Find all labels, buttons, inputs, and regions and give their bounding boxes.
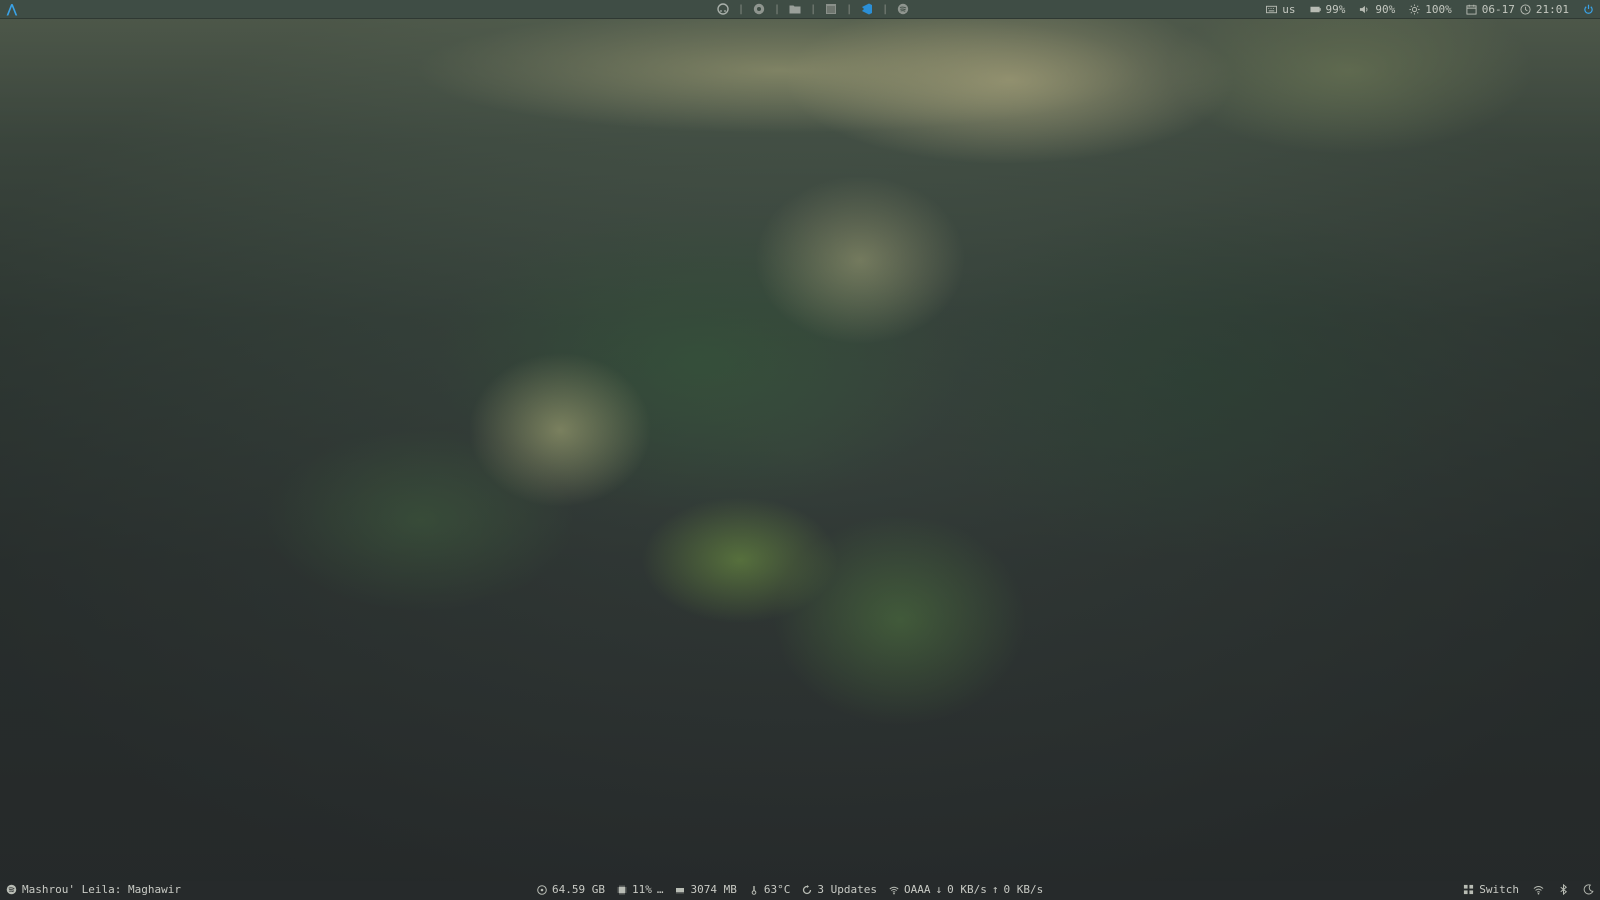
brightness-icon bbox=[1409, 4, 1420, 15]
now-playing-widget[interactable]: Mashrou' Leila: Maghawir bbox=[6, 883, 181, 896]
github-icon[interactable] bbox=[716, 2, 730, 16]
memory-icon bbox=[676, 887, 685, 893]
switch-label: Switch bbox=[1479, 883, 1519, 896]
keyboard-layout-indicator[interactable]: us bbox=[1266, 3, 1296, 16]
launcher-separator: | bbox=[846, 3, 853, 15]
window-icon[interactable] bbox=[824, 2, 838, 16]
volume-label: 90% bbox=[1375, 3, 1396, 16]
updates-icon bbox=[803, 884, 812, 894]
calendar-icon bbox=[1466, 4, 1477, 15]
arch-logo-icon[interactable]: ⋀ bbox=[7, 2, 17, 16]
vscode-icon[interactable] bbox=[860, 2, 874, 16]
memory-usage-label: 3074 MB bbox=[690, 883, 737, 896]
disk-usage[interactable]: 64.59 GB bbox=[537, 883, 605, 896]
download-arrow-icon: ↓ bbox=[935, 883, 943, 896]
now-playing-label: Mashrou' Leila: Maghawir bbox=[22, 883, 181, 896]
wifi-ssid-label: OAAA bbox=[903, 883, 931, 896]
download-speed-label: 0 KB/s bbox=[947, 883, 987, 896]
updates-label: 3 Updates bbox=[817, 883, 877, 896]
launcher-separator: | bbox=[738, 3, 745, 15]
disk-usage-label: 64.59 GB bbox=[552, 883, 605, 896]
bluetooth-icon bbox=[1560, 884, 1568, 895]
battery-icon bbox=[1309, 6, 1321, 13]
date-indicator[interactable]: 06-17 21:01 bbox=[1466, 3, 1569, 16]
power-menu-button[interactable] bbox=[1583, 4, 1594, 15]
upload-arrow-icon: ↑ bbox=[991, 883, 999, 896]
power-icon bbox=[1584, 4, 1593, 14]
spotify-icon bbox=[6, 884, 17, 895]
thermometer-icon bbox=[751, 885, 757, 895]
brightness-label: 100% bbox=[1425, 3, 1452, 16]
bluetooth-toggle[interactable] bbox=[1558, 884, 1569, 895]
spotify-icon[interactable] bbox=[896, 2, 910, 16]
wifi-toggle[interactable] bbox=[1533, 884, 1544, 895]
cpu-usage-label: 11% bbox=[631, 883, 652, 896]
launcher-separator: | bbox=[882, 3, 889, 15]
date-label: 06-17 bbox=[1481, 3, 1515, 16]
desktop-wallpaper bbox=[0, 0, 1600, 900]
app-launchers: | | | | | bbox=[716, 1, 910, 17]
workspace-switch-button[interactable]: Switch bbox=[1463, 883, 1519, 896]
bottom-tray: Switch bbox=[1463, 883, 1594, 896]
upload-speed-label: 0 KB/s bbox=[1003, 883, 1044, 896]
time-label: 21:01 bbox=[1535, 3, 1569, 16]
clock-icon bbox=[1520, 4, 1531, 15]
battery-label: 99% bbox=[1325, 3, 1346, 16]
disk-icon bbox=[537, 884, 547, 895]
system-stats: 64.59 GB 11% … 3074 MB 63°C 3 Updates OA… bbox=[537, 883, 1043, 896]
updates-indicator[interactable]: 3 Updates bbox=[802, 883, 877, 896]
keyboard-layout-label: us bbox=[1282, 3, 1296, 16]
system-tray: us 99% 90% 100% 06-17 21:01 bbox=[1266, 2, 1594, 17]
cpu-graph: … bbox=[656, 883, 664, 896]
brightness-indicator[interactable]: 100% bbox=[1409, 3, 1452, 16]
top-panel: ⋀ | | | | | us 99% 90% 100% 06-17 21:01 bbox=[0, 0, 1600, 19]
network-indicator[interactable]: OAAA ↓ 0 KB/s ↑ 0 KB/s bbox=[889, 883, 1043, 896]
launcher-separator: | bbox=[774, 3, 781, 15]
wifi-icon bbox=[1533, 886, 1544, 895]
wifi-icon bbox=[889, 886, 899, 894]
moon-icon bbox=[1583, 884, 1594, 895]
keyboard-icon bbox=[1266, 5, 1278, 14]
bottom-panel: Mashrou' Leila: Maghawir 64.59 GB 11% … … bbox=[0, 881, 1600, 900]
temperature-label: 63°C bbox=[763, 883, 791, 896]
cpu-usage[interactable]: 11% … bbox=[617, 883, 664, 896]
folder-icon[interactable] bbox=[788, 2, 802, 16]
night-mode-toggle[interactable] bbox=[1583, 884, 1594, 895]
temperature[interactable]: 63°C bbox=[749, 883, 791, 896]
launcher-separator: | bbox=[810, 3, 817, 15]
volume-indicator[interactable]: 90% bbox=[1359, 3, 1395, 16]
chromium-icon[interactable] bbox=[752, 2, 766, 16]
cpu-icon bbox=[617, 885, 627, 894]
battery-indicator[interactable]: 99% bbox=[1309, 3, 1346, 16]
volume-icon bbox=[1360, 5, 1368, 14]
grid-icon bbox=[1464, 884, 1474, 895]
memory-usage[interactable]: 3074 MB bbox=[675, 883, 737, 896]
